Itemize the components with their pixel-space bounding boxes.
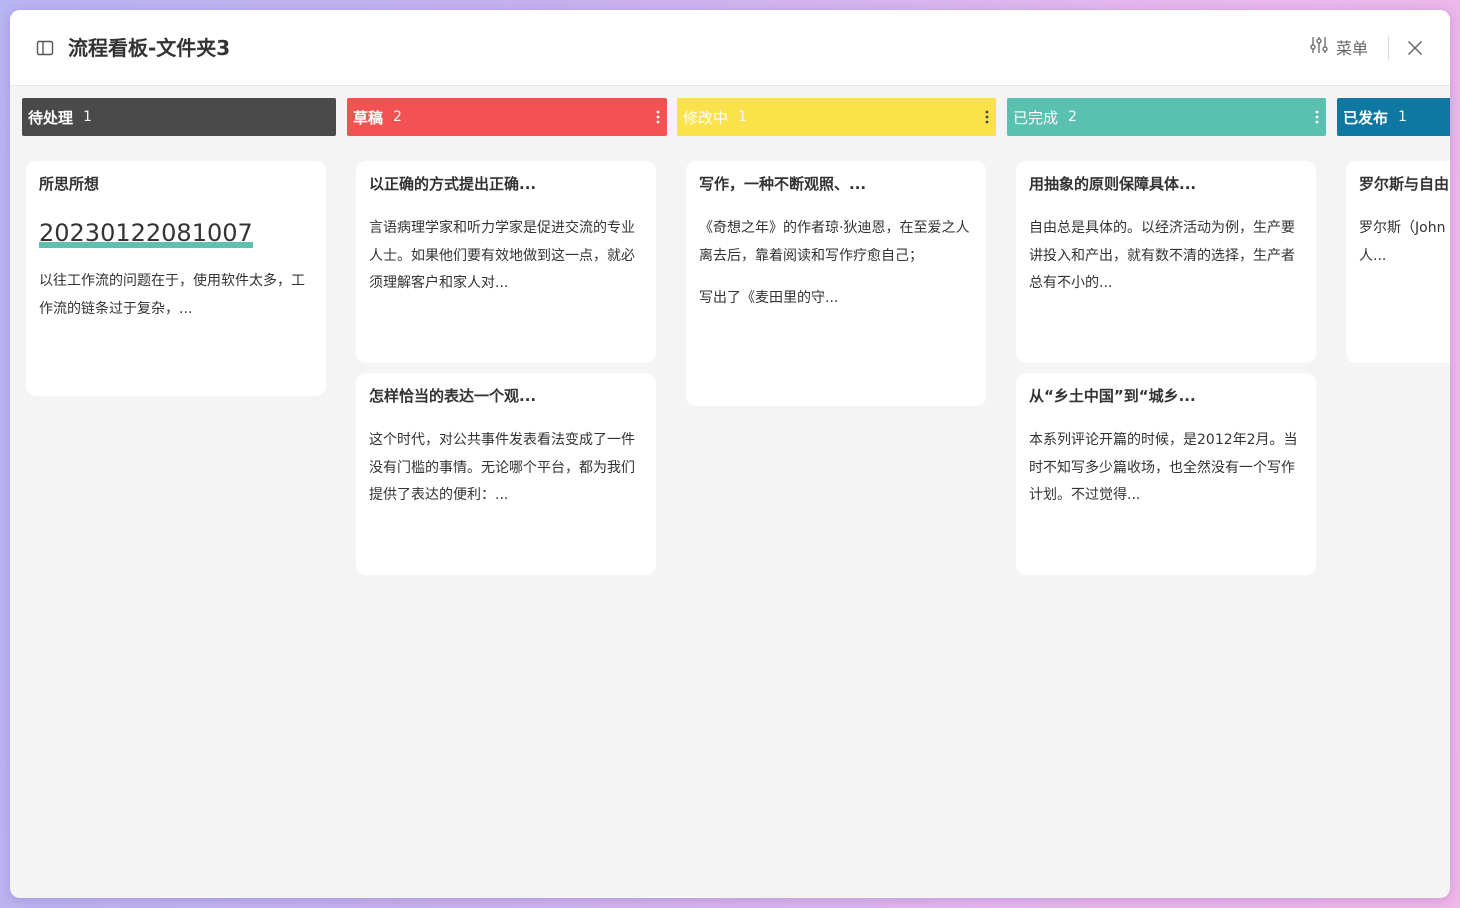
column-count: 2 xyxy=(393,109,402,125)
column-name: 已完成 xyxy=(1013,108,1059,127)
card-excerpt: 这个时代，对公共事件发表看法变成了一件没有门槛的事情。无论哪个平台，都为我们提供… xyxy=(369,427,643,510)
window-header: 流程看板-文件夹3 菜单 xyxy=(10,10,1450,86)
card[interactable]: 以正确的方式提出正确... 言语病理学家和听力学家是促进交流的专业人士。如果他们… xyxy=(356,161,656,363)
card-title: 罗尔斯与自由 xyxy=(1359,175,1450,193)
card-paragraph: 自由总是具体的。以经济活动为例，生产要讲投入和产出，就有数不清的选择，生产者总有… xyxy=(1029,220,1295,291)
card-excerpt: 以往工作流的问题在于，使用软件太多，工作流的链条过于复杂，... xyxy=(39,268,313,323)
card-excerpt: 自由总是具体的。以经济活动为例，生产要讲投入和产出，就有数不清的选择，生产者总有… xyxy=(1029,215,1303,298)
column-header-published[interactable]: 已发布 1 xyxy=(1337,98,1450,136)
close-icon[interactable] xyxy=(1406,39,1424,57)
card-paragraph: 本系列评论开篇的时候，是2012年2月。当时不知写多少篇收场，也全然没有一个写作… xyxy=(1029,432,1298,503)
board-window: 流程看板-文件夹3 菜单 待处理 1 所思所想 20230122081007 以… xyxy=(10,10,1450,898)
card-paragraph: 罗尔斯（John Rawls）就斐然，受到不时有人... xyxy=(1359,220,1450,264)
card[interactable]: 写作，一种不断观照、... 《奇想之年》的作者琼·狄迪恩，在至爱之人离去后，靠着… xyxy=(686,161,986,406)
card-paragraph: 《奇想之年》的作者琼·狄迪恩，在至爱之人离去后，靠着阅读和写作疗愈自己； xyxy=(699,220,970,264)
column-count: 2 xyxy=(1068,109,1077,125)
card-excerpt: 言语病理学家和听力学家是促进交流的专业人士。如果他们要有效地做到这一点，就必须理… xyxy=(369,215,643,298)
kanban-board: 待处理 1 所思所想 20230122081007 以往工作流的问题在于，使用软… xyxy=(10,86,1450,898)
column-name: 草稿 xyxy=(353,108,384,127)
card-title: 所思所想 xyxy=(39,175,100,193)
menu-button[interactable]: 菜单 xyxy=(1310,34,1368,60)
card-title: 怎样恰当的表达一个观... xyxy=(369,387,537,405)
card-paragraph: 言语病理学家和听力学家是促进交流的专业人士。如果他们要有效地做到这一点，就必须理… xyxy=(369,220,635,291)
card-title: 以正确的方式提出正确... xyxy=(369,175,537,193)
column-count: 1 xyxy=(738,109,747,125)
column-name: 待处理 xyxy=(28,108,74,127)
column-header-revising[interactable]: 修改中 1 xyxy=(677,98,996,136)
column-header-completed[interactable]: 已完成 2 xyxy=(1007,98,1326,136)
column-header-pending[interactable]: 待处理 1 xyxy=(22,98,336,136)
card[interactable]: 用抽象的原则保障具体... 自由总是具体的。以经济活动为例，生产要讲投入和产出，… xyxy=(1016,161,1316,363)
card-excerpt: 《奇想之年》的作者琼·狄迪恩，在至爱之人离去后，靠着阅读和写作疗愈自己； 写出了… xyxy=(699,215,973,313)
page-title: 流程看板-文件夹3 xyxy=(68,36,231,60)
card-paragraph: 以往工作流的问题在于，使用软件太多，工作流的链条过于复杂，... xyxy=(39,273,305,317)
card-excerpt: 罗尔斯（John Rawls）就斐然，受到不时有人... xyxy=(1359,215,1450,270)
column-count: 1 xyxy=(83,109,92,125)
sidebar-toggle-icon[interactable] xyxy=(36,39,54,57)
column-name: 已发布 xyxy=(1343,108,1389,127)
card-title: 从“乡土中国”到“城乡... xyxy=(1029,387,1196,405)
more-vertical-icon[interactable] xyxy=(655,109,661,125)
card-title: 用抽象的原则保障具体... xyxy=(1029,175,1197,193)
card-title: 写作，一种不断观照、... xyxy=(699,175,867,193)
header-divider xyxy=(1388,36,1389,60)
column-name: 修改中 xyxy=(683,108,729,127)
card-paragraph: 写出了《麦田里的守... xyxy=(699,290,839,306)
menu-label: 菜单 xyxy=(1336,39,1369,58)
card[interactable]: 怎样恰当的表达一个观... 这个时代，对公共事件发表看法变成了一件没有门槛的事情… xyxy=(356,373,656,575)
card-excerpt: 本系列评论开篇的时候，是2012年2月。当时不知写多少篇收场，也全然没有一个写作… xyxy=(1029,427,1303,510)
settings-sliders-icon xyxy=(1310,36,1336,58)
more-vertical-icon[interactable] xyxy=(984,109,990,125)
card[interactable]: 所思所想 20230122081007 以往工作流的问题在于，使用软件太多，工作… xyxy=(26,161,326,396)
card-paragraph: 这个时代，对公共事件发表看法变成了一件没有门槛的事情。无论哪个平台，都为我们提供… xyxy=(369,432,635,503)
more-vertical-icon[interactable] xyxy=(1314,109,1320,125)
column-header-draft[interactable]: 草稿 2 xyxy=(347,98,667,136)
card[interactable]: 罗尔斯与自由 罗尔斯（John Rawls）就斐然，受到不时有人... xyxy=(1346,161,1450,363)
card-heading: 20230122081007 xyxy=(39,218,253,248)
column-count: 1 xyxy=(1398,109,1407,125)
card[interactable]: 从“乡土中国”到“城乡... 本系列评论开篇的时候，是2012年2月。当时不知写… xyxy=(1016,373,1316,575)
